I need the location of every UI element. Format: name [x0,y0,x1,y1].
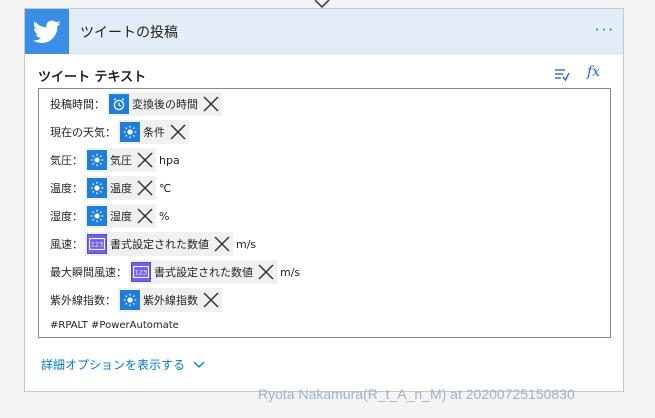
token-label: 気圧 [110,154,132,167]
remove-token-icon[interactable] [202,291,220,309]
remove-token-icon[interactable] [257,263,275,281]
dynamic-token[interactable]: 気圧 [85,148,156,172]
line-suffix: ℃ [159,181,172,195]
line-suffix: m/s [236,237,257,251]
show-advanced-options-link[interactable]: 詳細オプションを表示する [41,356,205,373]
remove-token-icon[interactable] [213,235,231,253]
card-header[interactable]: ツイートの投稿 ··· [25,9,623,54]
remove-token-icon[interactable] [169,123,187,141]
sun-icon [120,290,140,310]
line-text: 現在の天気： [50,126,116,139]
chevron-down-icon [193,361,205,368]
field-label-text: ツイート テキスト [38,70,147,85]
line-text: 最大瞬間風速： [50,266,127,279]
sun-icon [120,122,140,142]
token-label: 変換後の時間 [132,98,198,111]
token-label: 条件 [143,126,165,139]
sun-icon [87,206,107,226]
tweet-line: 紫外線指数： 紫外線指数 [50,288,225,312]
svg-text:123: 123 [135,269,147,277]
line-suffix: hpa [159,153,180,167]
twitter-logo-icon [25,9,69,54]
tweet-line: 投稿時間： 変換後の時間 [50,92,225,116]
line-suffix: % [159,209,170,223]
line-suffix: m/s [280,265,301,279]
tweet-line: 湿度： 湿度 % [50,204,169,228]
line-text: 紫外線指数： [50,294,116,307]
dynamic-token[interactable]: 123 書式設定された数値 [129,260,277,284]
number-123-icon: 123 [87,234,107,254]
tweet-line: 現在の天気： 条件 [50,120,192,144]
tweet-line: 風速： 123 書式設定された数値 m/s [50,232,256,256]
token-label: 紫外線指数 [143,294,198,307]
tweet-text-input[interactable]: 投稿時間： 変換後の時間 現在の天気： 条件 気圧： 気圧 hpa 温度： 温度… [38,88,611,338]
line-text: 投稿時間： [50,98,105,111]
number-123-icon: 123 [131,262,151,282]
card-title: ツイートの投稿 [80,25,178,41]
dynamic-token[interactable]: 変換後の時間 [107,92,222,116]
sun-icon [87,150,107,170]
line-text: 風速： [50,238,83,251]
remove-token-icon[interactable] [136,179,154,197]
line-text: 湿度： [50,210,83,223]
dynamic-token[interactable]: 湿度 [85,204,156,228]
line-text: 温度： [50,182,83,195]
token-label: 書式設定された数値 [154,266,253,279]
tweet-action-card: ツイートの投稿 ··· ツイート テキスト fx 投稿時間： 変換後の時間 現在… [24,8,624,392]
dynamic-content-icon[interactable] [553,66,571,84]
tweet-line: 気圧： 気圧 hpa [50,148,180,172]
field-label: ツイート テキスト [38,66,146,85]
advanced-options-label: 詳細オプションを表示する [41,358,186,372]
remove-token-icon[interactable] [136,207,154,225]
hashtags-text: #RPALT #PowerAutomate [50,320,179,331]
dynamic-token[interactable]: 温度 [85,176,156,200]
sun-icon [87,178,107,198]
dynamic-token[interactable]: 条件 [118,120,189,144]
token-label: 湿度 [110,210,132,223]
dynamic-token[interactable]: 紫外線指数 [118,288,222,312]
svg-text:123: 123 [91,241,103,249]
line-text: 気圧： [50,154,83,167]
expression-fx-button[interactable]: fx [587,64,600,80]
token-label: 書式設定された数値 [110,238,209,251]
more-options-button[interactable]: ··· [595,21,615,39]
remove-token-icon[interactable] [202,95,220,113]
alarm-clock-icon [109,94,129,114]
tweet-line: 温度： 温度 ℃ [50,176,171,200]
watermark-text: Ryota Nakamura(R_t_A_n_M) at 20200725150… [258,386,575,402]
token-label: 温度 [110,182,132,195]
dynamic-token[interactable]: 123 書式設定された数値 [85,232,233,256]
tweet-line: 最大瞬間風速： 123 書式設定された数値 m/s [50,260,300,284]
remove-token-icon[interactable] [136,151,154,169]
